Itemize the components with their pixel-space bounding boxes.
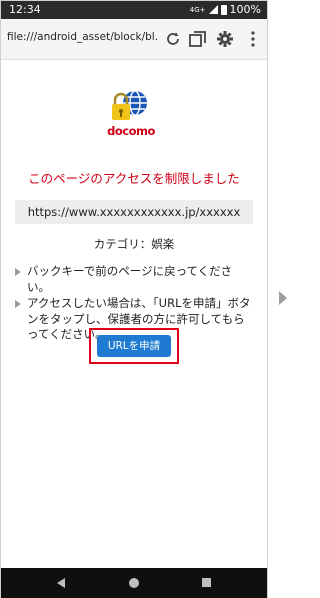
block-page: docomo このページのアクセスを制限しました https://www.xxx…: [1, 60, 267, 568]
settings-icon[interactable]: [215, 29, 235, 49]
instruction-back: バックキーで前のページに戻ってください。: [15, 264, 251, 295]
more-icon[interactable]: [243, 29, 263, 49]
bullet-arrow-icon: [15, 300, 21, 308]
request-url-button[interactable]: URLを申請: [97, 335, 171, 357]
blocked-url: https://www.xxxxxxxxxxxx.jp/xxxxxx: [15, 200, 253, 224]
network-label: 4G+: [189, 5, 206, 14]
android-nav-bar: [1, 568, 267, 598]
next-step-arrow-icon: [279, 291, 287, 305]
home-icon[interactable]: [129, 578, 139, 588]
recents-icon[interactable]: [202, 578, 211, 587]
status-bar: 12:34 4G+ 100%: [1, 1, 267, 19]
instruction-back-text: バックキーで前のページに戻ってください。: [27, 264, 233, 294]
category-label: カテゴリ：娯楽: [93, 237, 175, 251]
phone-screen: 12:34 4G+ 100% file:///android_asset/blo…: [0, 0, 268, 598]
browser-toolbar: file:///android_asset/block/bl...: [1, 19, 267, 60]
page-title: このページのアクセスを制限しました: [28, 171, 240, 186]
address-field[interactable]: file:///android_asset/block/bl...: [7, 31, 157, 43]
tabs-icon[interactable]: [188, 29, 208, 49]
status-indicators: 4G+ 100%: [190, 3, 261, 16]
refresh-icon[interactable]: [163, 29, 183, 49]
back-icon[interactable]: [57, 578, 65, 588]
battery-percent: 100%: [229, 3, 261, 16]
docomo-logo-text: docomo: [107, 124, 155, 138]
bullet-arrow-icon: [15, 268, 21, 276]
status-time: 12:34: [9, 3, 41, 16]
request-button-highlight: URLを申請: [89, 328, 179, 364]
battery-icon: [220, 4, 227, 15]
signal-icon: [208, 5, 218, 14]
